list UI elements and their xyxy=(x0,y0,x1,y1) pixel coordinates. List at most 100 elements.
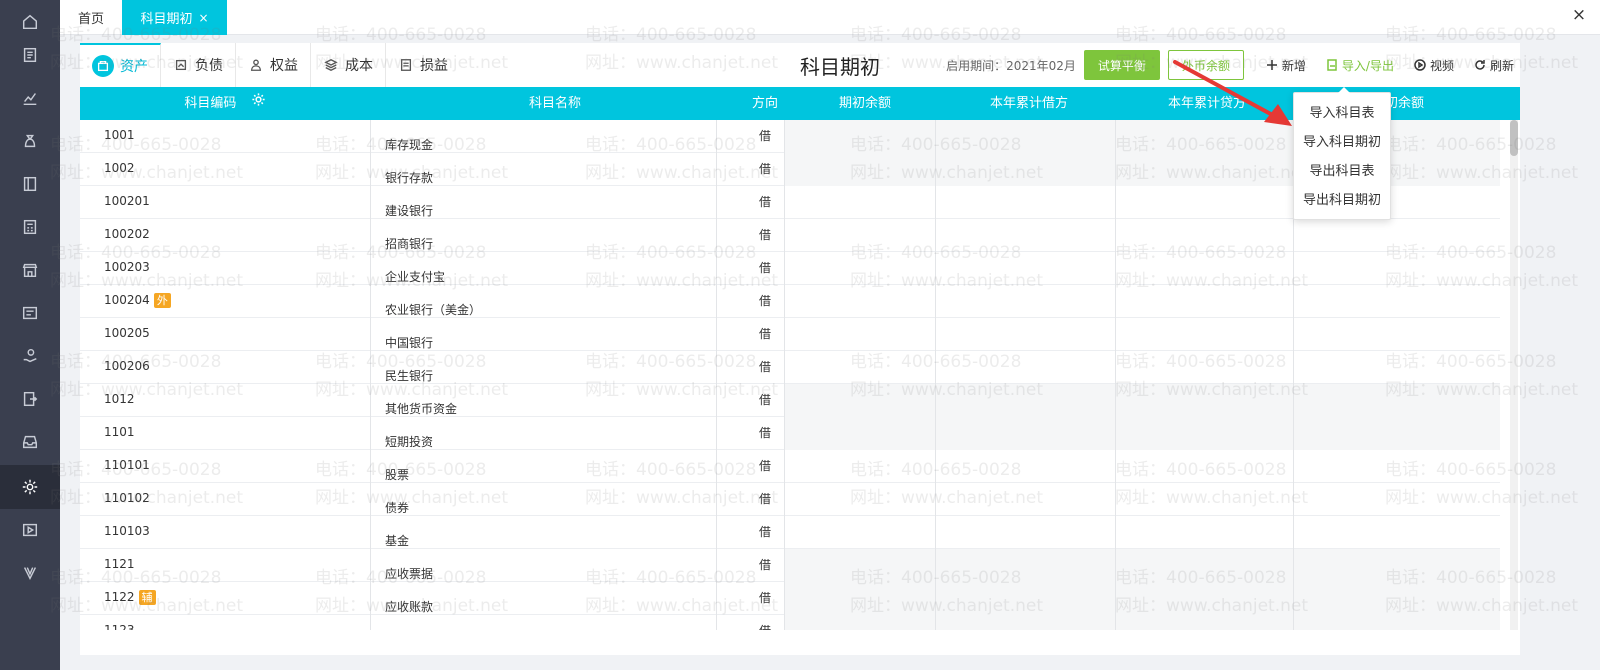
readonly-value-cell xyxy=(936,384,1115,417)
tab-profit-loss[interactable]: 损益 xyxy=(386,43,460,87)
editable-value-cell[interactable] xyxy=(936,219,1115,252)
table-row[interactable]: 110103 基金借 xyxy=(80,516,1500,549)
editable-value-cell[interactable] xyxy=(1294,285,1500,318)
export-doc-icon[interactable] xyxy=(0,377,60,421)
editable-value-cell[interactable] xyxy=(785,318,935,351)
editable-value-cell[interactable] xyxy=(1294,351,1500,384)
editable-value-cell[interactable] xyxy=(1294,252,1500,285)
editable-value-cell[interactable] xyxy=(1294,219,1500,252)
tab-cost[interactable]: 成本 xyxy=(311,43,386,87)
col-code[interactable]: 科目编码 xyxy=(80,87,370,120)
add-button[interactable]: 新增 xyxy=(1266,57,1306,74)
vertical-scrollbar[interactable] xyxy=(1510,120,1518,630)
import-export-button[interactable]: 导入/导出 xyxy=(1326,57,1394,74)
table-row[interactable]: 100202 招商银行借 xyxy=(80,219,1500,252)
editable-value-cell[interactable] xyxy=(785,219,935,252)
table-row[interactable]: 1012 其他货币资金借 xyxy=(80,384,1500,417)
table-row[interactable]: 100203 企业支付宝借 xyxy=(80,252,1500,285)
editable-value-cell[interactable] xyxy=(1116,186,1293,219)
table-row[interactable]: 100204 外农业银行（美金）借 xyxy=(80,285,1500,318)
toolbar: 启用期间：2021年02月 试算平衡 外币余额 新增 导入/导出 视频 刷新 xyxy=(946,48,1520,82)
tab-asset-label: 资产 xyxy=(120,59,148,75)
readonly-value-cell xyxy=(1116,153,1293,186)
v-logo-icon[interactable] xyxy=(0,551,60,595)
editable-value-cell[interactable] xyxy=(936,450,1115,483)
editable-value-cell[interactable] xyxy=(1116,219,1293,252)
tab-cost-label: 成本 xyxy=(345,58,373,74)
subject-code-text: 100205 xyxy=(104,326,150,340)
period-label: 启用期间：2021年02月 xyxy=(946,58,1076,73)
readonly-value-cell xyxy=(936,582,1115,615)
editable-value-cell[interactable] xyxy=(1294,483,1500,516)
trial-balance-button[interactable]: 试算平衡 xyxy=(1083,50,1160,80)
editable-value-cell[interactable] xyxy=(1294,318,1500,351)
editable-value-cell[interactable] xyxy=(1294,450,1500,483)
editable-value-cell[interactable] xyxy=(785,483,935,516)
inbox-icon[interactable] xyxy=(0,420,60,464)
settings-icon[interactable] xyxy=(0,465,60,509)
editable-value-cell[interactable] xyxy=(936,483,1115,516)
editable-value-cell[interactable] xyxy=(1294,516,1500,549)
editable-value-cell[interactable] xyxy=(936,186,1115,219)
table-row[interactable]: 100201 建设银行借 xyxy=(80,186,1500,219)
video-icon[interactable] xyxy=(0,508,60,552)
refresh-button[interactable]: 刷新 xyxy=(1474,57,1514,74)
subject-code-text: 110101 xyxy=(104,458,150,472)
tab-equity[interactable]: 权益 xyxy=(236,43,311,87)
menu-export-subjects[interactable]: 导出科目表 xyxy=(1294,157,1390,186)
editable-value-cell[interactable] xyxy=(785,450,935,483)
chart-icon[interactable] xyxy=(0,76,60,120)
editable-value-cell[interactable] xyxy=(1116,450,1293,483)
table-row[interactable]: 1101 短期投资借 xyxy=(80,417,1500,450)
editable-value-cell[interactable] xyxy=(785,516,935,549)
tab-liability[interactable]: 负债 xyxy=(161,43,236,87)
tab-home[interactable]: 首页 xyxy=(60,0,122,35)
foreign-balance-button[interactable]: 外币余额 xyxy=(1167,50,1244,80)
scrollbar-thumb[interactable] xyxy=(1510,120,1518,156)
editable-value-cell[interactable] xyxy=(785,186,935,219)
readonly-value-cell xyxy=(936,120,1115,153)
table-row[interactable]: 110102 债券借 xyxy=(80,483,1500,516)
editable-value-cell[interactable] xyxy=(1116,318,1293,351)
profit-loss-icon xyxy=(398,57,414,73)
money-bag-icon[interactable] xyxy=(0,119,60,163)
invoice-icon[interactable] xyxy=(0,291,60,335)
tab-asset[interactable]: 资产 xyxy=(80,43,161,87)
editable-value-cell[interactable] xyxy=(1116,516,1293,549)
editable-value-cell[interactable] xyxy=(936,318,1115,351)
book-icon[interactable] xyxy=(0,162,60,206)
tab-subject-opening[interactable]: 科目期初 × xyxy=(122,0,227,35)
table-row[interactable]: 1002 银行存款借 xyxy=(80,153,1500,186)
editable-value-cell[interactable] xyxy=(785,351,935,384)
editable-value-cell[interactable] xyxy=(936,285,1115,318)
table-row[interactable]: 110101 股票借 xyxy=(80,450,1500,483)
menu-import-opening[interactable]: 导入科目期初 xyxy=(1294,128,1390,157)
table-row[interactable]: 1122 辅应收账款借 xyxy=(80,582,1500,615)
table-row[interactable]: 1123预付账款借 xyxy=(80,615,1500,630)
store-icon[interactable] xyxy=(0,248,60,292)
readonly-value-cell xyxy=(785,549,935,582)
table-row[interactable]: 100206 民生银行借 xyxy=(80,351,1500,384)
menu-import-subjects[interactable]: 导入科目表 xyxy=(1294,99,1390,128)
menu-export-opening[interactable]: 导出科目期初 xyxy=(1294,186,1390,215)
editable-value-cell[interactable] xyxy=(1116,351,1293,384)
hand-coin-icon[interactable] xyxy=(0,334,60,378)
tab-close-icon[interactable]: × xyxy=(198,11,208,25)
table-row[interactable]: 1001 库存现金借 xyxy=(80,120,1500,153)
table-row[interactable]: 100205 中国银行借 xyxy=(80,318,1500,351)
video-button[interactable]: 视频 xyxy=(1414,57,1454,74)
editable-value-cell[interactable] xyxy=(1116,285,1293,318)
column-settings-icon[interactable] xyxy=(251,87,266,120)
editable-value-cell[interactable] xyxy=(1116,483,1293,516)
editable-value-cell[interactable] xyxy=(785,252,935,285)
voucher-icon[interactable] xyxy=(0,33,60,77)
window-close-icon[interactable]: × xyxy=(1568,4,1590,26)
table-row[interactable]: 1121 应收票据借 xyxy=(80,549,1500,582)
calculator-icon[interactable] xyxy=(0,205,60,249)
readonly-value-cell xyxy=(1294,384,1500,417)
editable-value-cell[interactable] xyxy=(936,252,1115,285)
editable-value-cell[interactable] xyxy=(936,516,1115,549)
editable-value-cell[interactable] xyxy=(785,285,935,318)
editable-value-cell[interactable] xyxy=(936,351,1115,384)
editable-value-cell[interactable] xyxy=(1116,252,1293,285)
